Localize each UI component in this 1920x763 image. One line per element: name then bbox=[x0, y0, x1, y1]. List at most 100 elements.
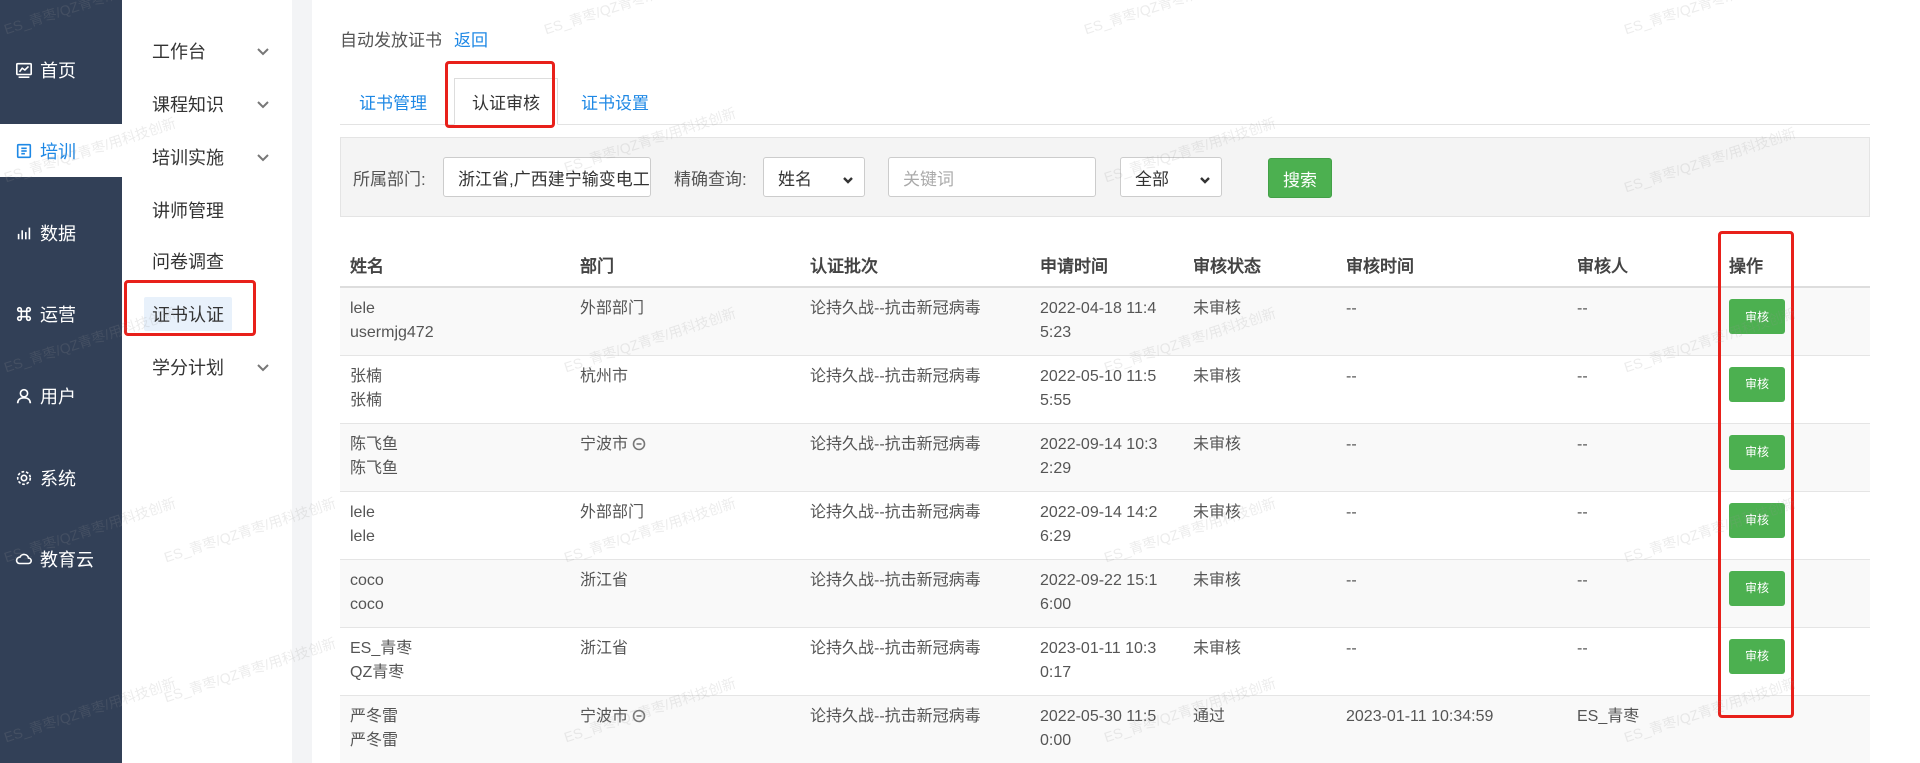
chevron-down-icon bbox=[1199, 171, 1211, 184]
apply-time-line2: 5:23 bbox=[1040, 324, 1072, 341]
query-field-select[interactable]: 姓名 bbox=[763, 157, 865, 197]
cell-name: 张楠 张楠 bbox=[340, 354, 570, 423]
subnav-item-workbench[interactable]: 工作台 bbox=[122, 31, 292, 71]
cloud-icon bbox=[14, 549, 34, 569]
name-secondary: QZ青枣 bbox=[350, 663, 405, 681]
audit-button[interactable]: 审核 bbox=[1729, 366, 1785, 402]
cell-audit-time: -- bbox=[1336, 286, 1567, 355]
cell-dept: 浙江省 bbox=[570, 626, 800, 695]
audit-button[interactable]: 审核 bbox=[1729, 502, 1785, 538]
nav-item-home[interactable]: 首页 bbox=[0, 43, 122, 96]
dept-text: 外部部门 bbox=[580, 503, 645, 521]
user-icon bbox=[14, 386, 34, 406]
apply-time-line1: 2023-01-11 10:3 bbox=[1040, 639, 1157, 657]
dept-text: 浙江省 bbox=[580, 571, 629, 589]
apply-time-line1: 2022-09-22 15:1 bbox=[1040, 571, 1158, 589]
audit-button[interactable]: 审核 bbox=[1729, 570, 1785, 606]
tab-certificate-settings[interactable]: 证书设置 bbox=[562, 78, 668, 125]
cell-status: 未审核 bbox=[1183, 490, 1336, 559]
cell-auditor: ES_青枣 bbox=[1567, 694, 1719, 763]
subnav-item-credit-plan[interactable]: 学分计划 bbox=[122, 347, 292, 387]
cell-batch: 论持久战--抗击新冠病毒 bbox=[800, 694, 1030, 763]
nav-item-data[interactable]: 数据 bbox=[0, 206, 122, 259]
table-row: 张楠 张楠 杭州市 论持久战--抗击新冠病毒 2022-05-10 11:5 5:55 未审… bbox=[340, 354, 1870, 423]
cell-action: 审核 bbox=[1719, 354, 1870, 423]
apply-time-line1: 2022-05-10 11:5 bbox=[1040, 367, 1157, 385]
nav-item-operations[interactable]: 运营 bbox=[0, 287, 122, 340]
nav-item-system[interactable]: 系统 bbox=[0, 451, 122, 504]
keyword-input[interactable]: 关键词 bbox=[888, 157, 1096, 197]
breadcrumb: 自动发放证书 返回 bbox=[340, 26, 488, 51]
cell-audit-time: 2023-01-11 10:34:59 bbox=[1336, 694, 1567, 763]
chevron-down-icon bbox=[256, 359, 270, 373]
nav-item-training[interactable]: 培训 bbox=[0, 124, 122, 177]
dept-select[interactable]: 浙江省,广西建宁输变电工 bbox=[443, 157, 651, 197]
page-title: 自动发放证书 bbox=[340, 31, 442, 50]
col-apply-time: 申请时间 bbox=[1030, 242, 1183, 288]
nav-item-edu-cloud[interactable]: 教育云 bbox=[0, 532, 122, 585]
cell-action bbox=[1719, 694, 1870, 763]
col-dept: 部门 bbox=[570, 242, 800, 288]
status-select[interactable]: 全部 bbox=[1120, 157, 1222, 197]
tab-certificate-management[interactable]: 证书管理 bbox=[340, 78, 446, 125]
cell-auditor: -- bbox=[1567, 558, 1719, 627]
cell-audit-time: -- bbox=[1336, 422, 1567, 491]
sub-nav: 工作台 课程知识 培训实施 讲师管理 问卷调查 证书认证 学分计划 bbox=[122, 0, 292, 763]
back-link[interactable]: 返回 bbox=[454, 31, 488, 50]
tab-certification-review[interactable]: 认证审核 bbox=[454, 78, 558, 125]
subnav-item-course[interactable]: 课程知识 bbox=[122, 84, 292, 124]
col-action: 操作 bbox=[1719, 242, 1870, 288]
query-field-value: 姓名 bbox=[778, 169, 812, 189]
cell-status: 未审核 bbox=[1183, 626, 1336, 695]
col-batch: 认证批次 bbox=[800, 242, 1030, 288]
audit-button[interactable]: 审核 bbox=[1729, 299, 1785, 334]
subnav-item-label: 讲师管理 bbox=[152, 201, 224, 221]
cell-batch: 论持久战--抗击新冠病毒 bbox=[800, 354, 1030, 423]
cell-batch: 论持久战--抗击新冠病毒 bbox=[800, 626, 1030, 695]
name-secondary: 陈飞鱼 bbox=[350, 459, 399, 477]
cell-apply-time: 2023-01-11 10:3 0:17 bbox=[1030, 626, 1183, 695]
cell-action: 审核 bbox=[1719, 490, 1870, 559]
col-audit-time: 审核时间 bbox=[1336, 242, 1567, 288]
cell-apply-time: 2022-05-30 11:5 0:00 bbox=[1030, 694, 1183, 763]
nav-item-label: 运营 bbox=[40, 304, 76, 325]
col-status: 审核状态 bbox=[1183, 242, 1336, 288]
subnav-item-label: 问卷调查 bbox=[152, 252, 224, 272]
cell-name: lele lele bbox=[340, 490, 570, 559]
subnav-item-survey[interactable]: 问卷调查 bbox=[122, 241, 292, 281]
nav-item-label: 用户 bbox=[40, 386, 76, 407]
apply-time-line1: 2022-05-30 11:5 bbox=[1040, 707, 1157, 725]
cell-dept: 浙江省 bbox=[570, 558, 800, 627]
cell-audit-time: -- bbox=[1336, 490, 1567, 559]
apply-time-line2: 0:17 bbox=[1040, 663, 1072, 681]
cell-action: 审核 bbox=[1719, 286, 1870, 355]
tab-bar: 证书管理 认证审核 证书设置 bbox=[340, 78, 1870, 125]
name-primary: ES_青枣 bbox=[350, 639, 413, 657]
main-content: 自动发放证书 返回 证书管理 认证审核 证书设置 所属部门: 浙江省,广西建宁输变… bbox=[312, 0, 1920, 763]
minus-circle-icon[interactable] bbox=[632, 707, 646, 722]
minus-circle-icon[interactable] bbox=[632, 435, 646, 450]
cell-batch: 论持久战--抗击新冠病毒 bbox=[800, 490, 1030, 559]
name-primary: lele bbox=[350, 503, 375, 521]
book-icon bbox=[14, 141, 34, 161]
divider bbox=[292, 0, 312, 763]
name-primary: 严冬雷 bbox=[350, 707, 399, 725]
name-secondary: coco bbox=[350, 595, 384, 613]
name-primary: lele bbox=[350, 300, 375, 317]
nav-item-label: 培训 bbox=[40, 141, 76, 162]
nav-item-users[interactable]: 用户 bbox=[0, 369, 122, 422]
subnav-item-implementation[interactable]: 培训实施 bbox=[122, 137, 292, 177]
audit-button[interactable]: 审核 bbox=[1729, 434, 1785, 470]
cell-name: lele usermjg472 bbox=[340, 286, 570, 355]
table-row: lele lele 外部部门 论持久战--抗击新冠病毒 2022-09-14 14:2 6… bbox=[340, 490, 1870, 559]
name-primary: 陈飞鱼 bbox=[350, 435, 399, 453]
dept-text: 浙江省 bbox=[580, 639, 629, 657]
subnav-item-lecturer[interactable]: 讲师管理 bbox=[122, 190, 292, 230]
apply-time-line2: 6:00 bbox=[1040, 595, 1072, 613]
col-auditor: 审核人 bbox=[1567, 242, 1719, 288]
subnav-item-certificate[interactable]: 证书认证 bbox=[122, 294, 292, 334]
table-row: ES_青枣 QZ青枣 浙江省 论持久战--抗击新冠病毒 2023-01-11 10:3 0… bbox=[340, 626, 1870, 695]
audit-button[interactable]: 审核 bbox=[1729, 638, 1785, 674]
search-button[interactable]: 搜索 bbox=[1268, 158, 1332, 198]
dept-text: 杭州市 bbox=[580, 367, 629, 385]
